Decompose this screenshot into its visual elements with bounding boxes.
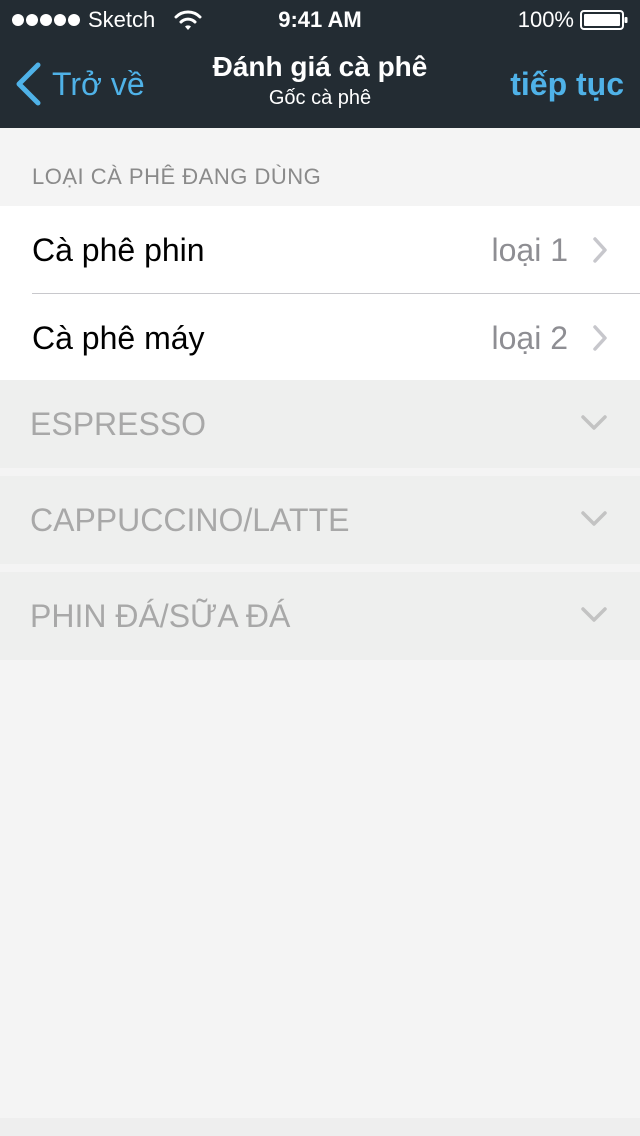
battery-icon — [580, 10, 628, 30]
accordion-label: PHIN ĐÁ/SỮA ĐÁ — [30, 598, 291, 634]
continue-button[interactable]: tiếp tục — [510, 64, 624, 104]
accordion-espresso[interactable]: ESPRESSO — [0, 380, 640, 468]
header: Sketch 9:41 AM 100% Trở về Đánh giá cà p… — [0, 0, 640, 128]
chevron-right-icon — [593, 237, 607, 263]
accordion-label: ESPRESSO — [30, 406, 207, 442]
accordion-phin-da-sua-da[interactable]: PHIN ĐÁ/SỮA ĐÁ — [0, 572, 640, 660]
list-item-label: Cà phê phin — [32, 232, 205, 268]
chevron-right-icon — [593, 325, 607, 351]
page-title: Đánh giá cà phê — [212, 51, 428, 82]
section-header: LOẠI CÀ PHÊ ĐANG DÙNG — [32, 164, 322, 189]
page-subtitle: Gốc cà phê — [268, 87, 372, 109]
navigation-bar: Trở về Đánh giá cà phê Gốc cà phê tiếp t… — [0, 40, 640, 128]
back-button[interactable]: Trở về — [14, 60, 145, 108]
screen: Sketch 9:41 AM 100% Trở về Đánh giá cà p… — [0, 0, 640, 1136]
list-item-value: loại 2 — [491, 320, 569, 356]
list-item-ca-phe-phin[interactable]: Cà phê phin loại 1 — [0, 206, 640, 293]
battery-percent: 100% — [517, 7, 574, 32]
coffee-type-list: Cà phê phin loại 1 Cà phê máy loại 2 — [0, 206, 640, 381]
accordion-label: CAPPUCCINO/LATTE — [30, 502, 350, 538]
chevron-down-icon — [581, 511, 607, 526]
list-item-value: loại 1 — [491, 232, 569, 268]
list-item-label: Cà phê máy — [32, 320, 205, 356]
status-bar: Sketch 9:41 AM 100% — [0, 0, 640, 40]
chevron-left-icon — [16, 62, 41, 106]
accordion-cappuccino-latte[interactable]: CAPPUCCINO/LATTE — [0, 476, 640, 564]
nav-title-group: Đánh giá cà phê Gốc cà phê — [170, 50, 470, 110]
back-button-label: Trở về — [52, 66, 145, 102]
bottom-strip — [0, 1118, 640, 1136]
chevron-down-icon — [581, 415, 607, 430]
chevron-down-icon — [581, 607, 607, 622]
list-item-ca-phe-may[interactable]: Cà phê máy loại 2 — [32, 293, 640, 381]
